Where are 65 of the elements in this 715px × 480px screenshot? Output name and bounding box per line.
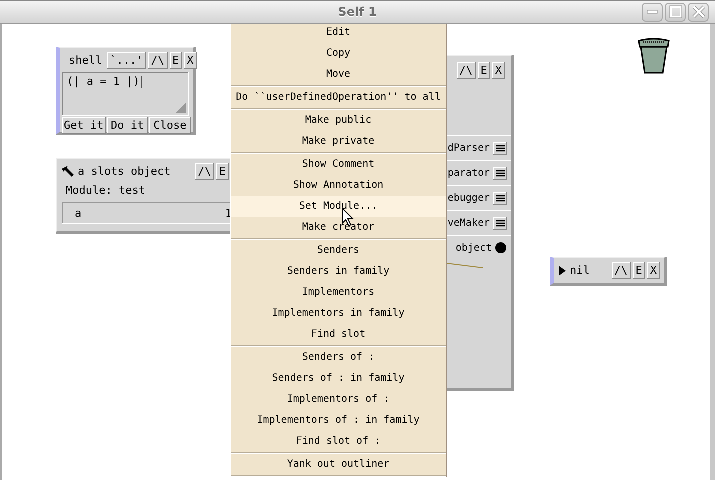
lines-icon [496,220,504,226]
code-editor[interactable]: (| a = 1 |) [62,72,189,116]
menu-item[interactable]: Set Module... [231,196,446,217]
slot-label: parator [448,168,490,178]
menu-item[interactable]: Find slot of : [231,431,446,452]
arrow-icon[interactable] [62,166,74,177]
outliner-button[interactable]: /\ [195,163,214,180]
menu-item[interactable]: Implementors of : in family [231,410,446,431]
menu-item[interactable]: Senders of : in family [231,368,446,389]
menu-item[interactable]: Implementors [231,282,446,303]
minimize-icon [647,10,658,14]
menu-item[interactable]: Senders of : [231,347,446,368]
slot-menu-button[interactable] [493,166,507,180]
menu-item[interactable]: Implementors in family [231,303,446,324]
slot-label: dParser [448,142,490,154]
shell-button[interactable]: Do it [106,117,148,134]
menu-item[interactable]: Edit [231,24,446,43]
lines-icon [496,170,504,176]
menu-item[interactable]: Find slot [231,324,446,345]
outliner-button[interactable]: X [184,52,197,69]
module-label: Module: test [66,184,146,197]
outliner-button[interactable]: E [216,163,229,180]
maximize-icon [668,5,682,19]
shell-button[interactable]: Get it [62,117,106,134]
outliner-title: nil [570,264,591,277]
outliner-button[interactable]: E [632,262,646,279]
slot-name: a [75,206,82,220]
lines-icon [496,144,504,152]
slot-label: ebugger [448,192,490,204]
menu-item[interactable]: Yank out outliner [231,454,446,475]
slot-menu-button[interactable] [493,216,507,230]
menu-item[interactable]: Implementors of : [231,389,446,410]
menu-item[interactable]: Move [231,64,446,85]
outliner-button[interactable]: `...' [107,52,146,69]
slot-menu-button[interactable] [493,142,507,154]
slot-label: object [456,242,492,254]
outliner-button[interactable]: /\ [148,52,168,69]
slot-menu-button[interactable] [493,192,507,204]
outliner-button[interactable]: X [647,262,660,279]
outliner-button[interactable]: E [478,62,490,79]
menu-item[interactable]: Make public [231,110,446,131]
close-button[interactable] [688,2,709,22]
trash-can-icon[interactable] [637,37,671,75]
slot-label: veMaker [448,218,490,228]
close-icon [692,5,706,19]
outliner-button[interactable]: /\ [456,62,476,79]
expand-triangle-icon[interactable] [559,266,566,276]
menu-item[interactable]: Copy [231,43,446,64]
lines-icon [496,194,504,202]
outliner-title: shell [69,54,102,67]
menu-item[interactable]: Show Annotation [231,175,446,196]
outliner-title: a slots object [78,165,172,178]
menu-item[interactable]: Make private [231,131,446,152]
outliner-button[interactable]: X [492,62,505,79]
reference-dot-icon[interactable] [495,242,507,254]
menu-item[interactable]: Senders [231,240,446,261]
menu-item[interactable]: Show Comment [231,154,446,175]
menu-item[interactable]: Do ``userDefinedOperation'' to all [231,87,446,108]
outliner-button[interactable]: E [170,52,182,69]
window-title: Self 1 [338,5,377,19]
menu-item[interactable]: Senders in family [231,261,446,282]
resize-grip-icon[interactable] [176,103,186,113]
shell-button[interactable]: Close [149,117,191,134]
outliner-button[interactable]: /\ [612,262,631,279]
menu-item[interactable]: Make creator [231,217,446,238]
